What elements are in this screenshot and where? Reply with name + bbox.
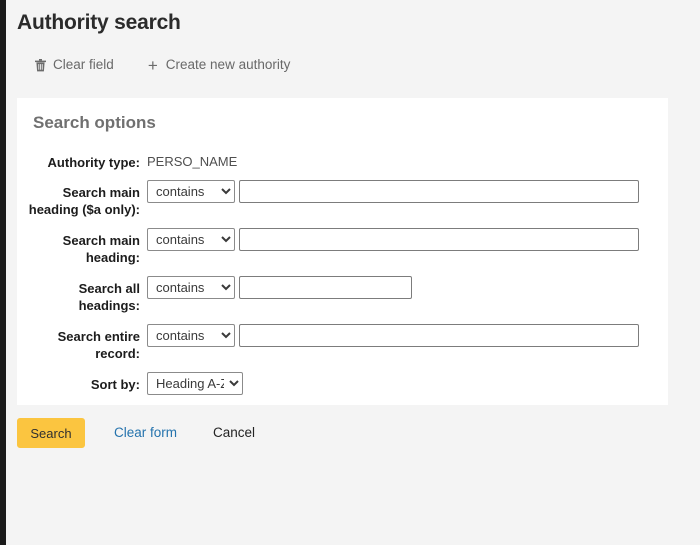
search-options-title: Search options xyxy=(17,98,668,134)
form-row-authority-type: Authority type: PERSO_NAME xyxy=(17,150,668,171)
form-actions: Search Clear form Cancel xyxy=(17,418,255,448)
search-options-card: Search options Authority type: PERSO_NAM… xyxy=(17,98,668,405)
form-row-all-headings: Search all headings: contains starts wit… xyxy=(17,276,668,314)
form-row-entire-record: Search entire record: contains starts wi… xyxy=(17,324,668,362)
clear-field-label: Clear field xyxy=(53,57,114,73)
sort-by-label: Sort by: xyxy=(17,372,147,393)
create-new-authority-label: Create new authority xyxy=(166,57,291,73)
create-new-authority-button[interactable]: + Create new authority xyxy=(144,55,293,75)
main-heading-input[interactable] xyxy=(239,228,639,251)
plus-icon: + xyxy=(146,57,160,73)
cancel-link[interactable]: Cancel xyxy=(213,418,255,448)
clear-form-link[interactable]: Clear form xyxy=(114,418,177,448)
main-heading-label: Search main heading: xyxy=(17,228,147,266)
main-heading-operator-select[interactable]: contains starts with is exactly xyxy=(147,228,235,251)
page-container: Authority search Clear field + Create ne… xyxy=(6,0,700,545)
sort-by-select[interactable]: Heading A-Z Heading Z-A None xyxy=(147,372,243,395)
form-row-main-heading-sa: Search main heading ($a only): contains … xyxy=(17,180,668,218)
main-heading-sa-operator-select[interactable]: contains starts with is exactly xyxy=(147,180,235,203)
clear-field-button[interactable]: Clear field xyxy=(31,55,116,75)
form-row-main-heading: Search main heading: contains starts wit… xyxy=(17,228,668,266)
entire-record-operator-select[interactable]: contains starts with is exactly xyxy=(147,324,235,347)
authority-type-value: PERSO_NAME xyxy=(147,150,237,170)
trash-icon xyxy=(33,57,47,73)
authority-type-label: Authority type: xyxy=(17,150,147,171)
entire-record-label: Search entire record: xyxy=(17,324,147,362)
main-heading-sa-label: Search main heading ($a only): xyxy=(17,180,147,218)
all-headings-label: Search all headings: xyxy=(17,276,147,314)
main-heading-sa-input[interactable] xyxy=(239,180,639,203)
search-button[interactable]: Search xyxy=(17,418,85,448)
authority-search-form: Authority type: PERSO_NAME Search main h… xyxy=(17,134,668,395)
all-headings-input[interactable] xyxy=(239,276,412,299)
all-headings-operator-select[interactable]: contains starts with is exactly xyxy=(147,276,235,299)
entire-record-input[interactable] xyxy=(239,324,639,347)
page-title: Authority search xyxy=(6,0,700,36)
form-row-sort-by: Sort by: Heading A-Z Heading Z-A None xyxy=(17,372,668,395)
toolbar: Clear field + Create new authority xyxy=(6,36,700,80)
